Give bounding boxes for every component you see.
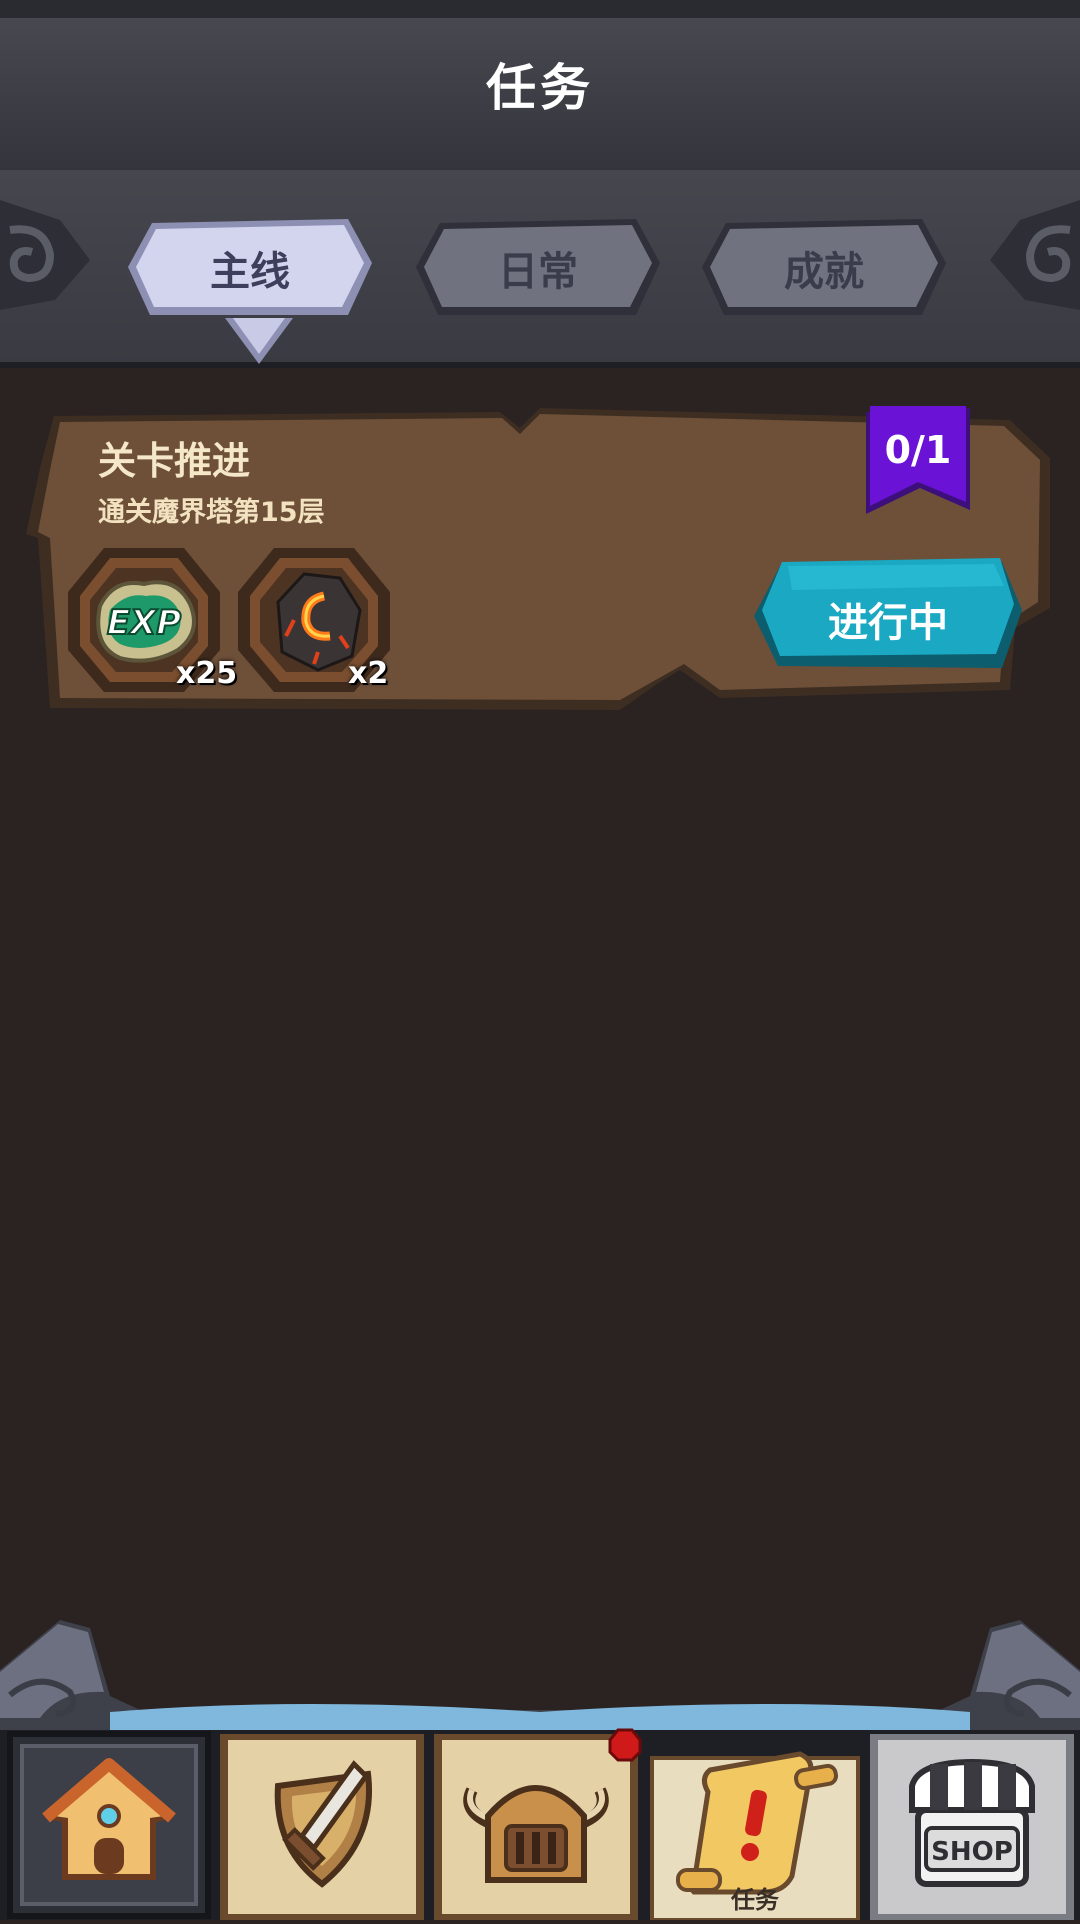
left-swirl-ornament: [0, 200, 90, 310]
nav-shop[interactable]: SHOP: [868, 1730, 1076, 1920]
tab-achievement[interactable]: 成就: [700, 215, 948, 321]
quest-card: 关卡推进 通关魔界塔第15层 0/1 EXP x25 x2 进行中: [20, 398, 1060, 718]
nav-quest[interactable]: 任务: [650, 1730, 860, 1922]
page-title: 任务: [486, 59, 594, 117]
nav-home-tile: [7, 1731, 211, 1919]
in-progress-label: 进行中: [828, 600, 948, 646]
tab-main[interactable]: 主线: [126, 215, 374, 321]
shop-label: SHOP: [931, 1837, 1013, 1867]
active-tab-pointer: [225, 318, 293, 364]
nav-quest-label: 任务: [730, 1886, 780, 1914]
shop-icon: SHOP: [909, 1758, 1035, 1887]
reward-count-stone: x2: [348, 656, 389, 691]
in-progress-button[interactable]: 进行中: [752, 556, 1024, 674]
nav-equipment[interactable]: [432, 1728, 642, 1920]
tab-daily[interactable]: 日常: [414, 215, 662, 321]
reward-count-exp: x25: [176, 656, 238, 691]
nav-battle[interactable]: [218, 1730, 426, 1920]
tab-main-label: 主线: [210, 249, 290, 295]
header: 任务: [0, 0, 1080, 178]
nav-shop-tile: SHOP: [870, 1734, 1074, 1920]
quest-progress: 0/1: [884, 428, 952, 472]
tab-achievement-label: 成就: [784, 249, 864, 295]
nav-battle-tile: [220, 1734, 424, 1920]
notification-badge: [608, 1728, 642, 1762]
nav-quest-tile: 任务: [650, 1751, 860, 1922]
exp-label: EXP: [107, 603, 181, 643]
right-swirl-ornament: [990, 200, 1080, 310]
quest-title: 关卡推进: [98, 439, 251, 483]
tab-daily-label: 日常: [498, 249, 578, 295]
nav-home[interactable]: [6, 1730, 212, 1920]
quest-description: 通关魔界塔第15层: [98, 497, 325, 528]
